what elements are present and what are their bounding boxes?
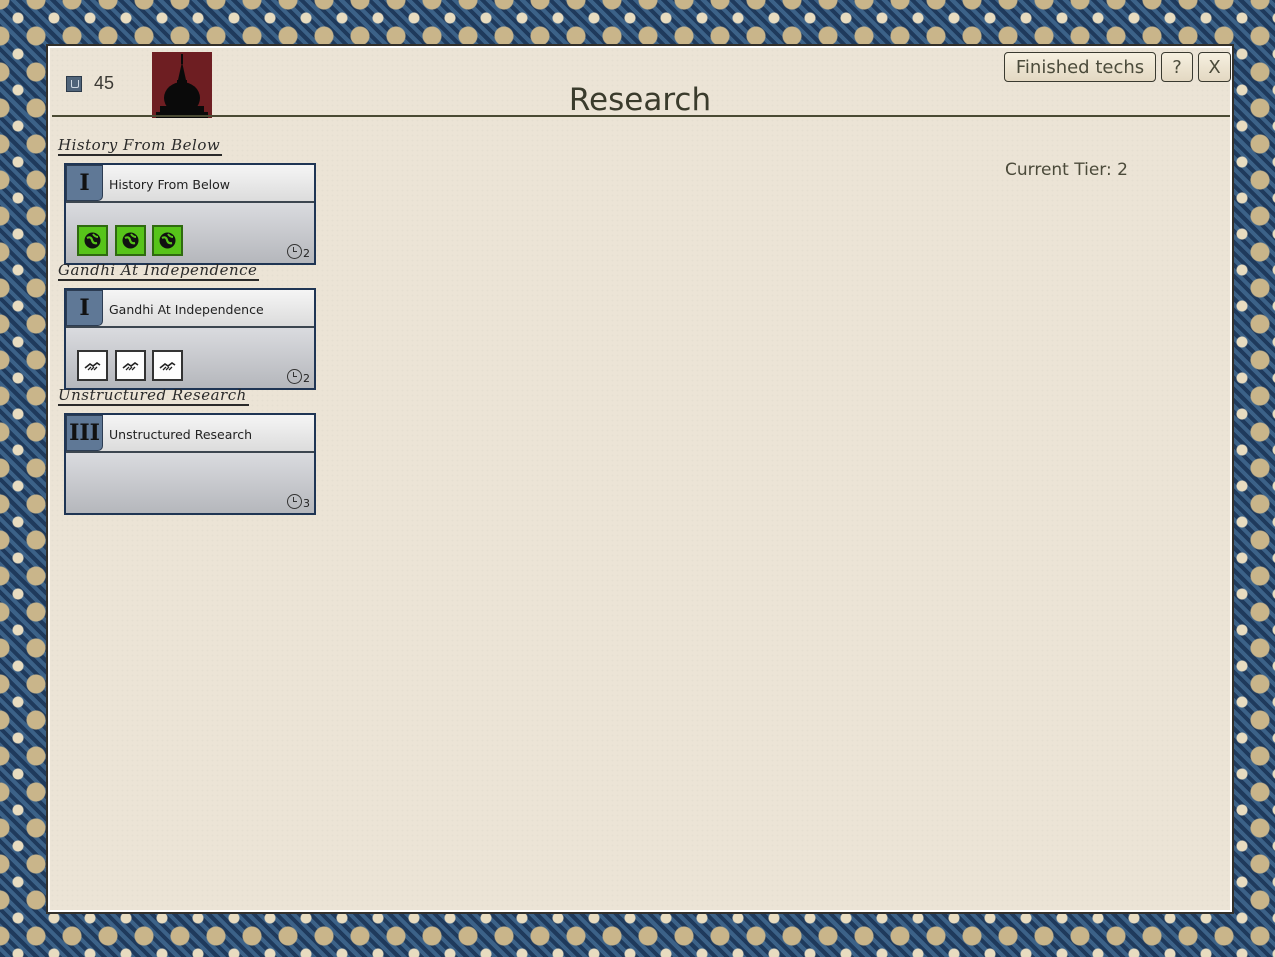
category-label: Gandhi At Independence [58, 261, 260, 281]
tech-card-body: 2 [66, 203, 314, 263]
tech-card-body: 2 [66, 328, 314, 388]
tech-card-header: I History From Below [66, 165, 314, 203]
tech-card-header: III Unstructured Research [66, 415, 314, 453]
close-button[interactable]: X [1198, 52, 1231, 82]
globe-icon[interactable] [115, 225, 146, 256]
turns-value: 2 [303, 247, 310, 260]
category-label: History From Below [58, 136, 223, 156]
handshake-icon[interactable] [115, 350, 146, 381]
help-button[interactable]: ? [1161, 52, 1193, 82]
clock-icon [287, 244, 302, 259]
research-panel: 45 Research Finished techs ? X Current T… [46, 44, 1234, 914]
clock-icon [287, 494, 302, 509]
tech-card[interactable]: III Unstructured Research 3 [64, 413, 316, 515]
turns-indicator: 2 [287, 369, 310, 384]
title-divider [52, 115, 1230, 117]
tech-card-body: 3 [66, 453, 314, 513]
tech-name: History From Below [109, 177, 230, 192]
turns-indicator: 2 [287, 244, 310, 259]
handshake-icon[interactable] [152, 350, 183, 381]
category-label: Unstructured Research [58, 386, 249, 406]
tech-card-header: I Gandhi At Independence [66, 290, 314, 328]
tech-card[interactable]: I History From Below 2 [64, 163, 316, 265]
handshake-icon[interactable] [77, 350, 108, 381]
tech-name: Unstructured Research [109, 427, 253, 442]
globe-icon[interactable] [77, 225, 108, 256]
tier-badge: I [66, 290, 103, 326]
clock-icon [287, 369, 302, 384]
finished-techs-button[interactable]: Finished techs [1004, 52, 1156, 82]
tier-badge: I [66, 165, 103, 201]
tier-badge: III [66, 415, 103, 451]
turns-value: 2 [303, 372, 310, 385]
turns-value: 3 [303, 497, 310, 510]
page-title: Research [568, 82, 712, 118]
tech-name: Gandhi At Independence [109, 302, 264, 317]
current-tier-label: Current Tier: 2 [1005, 160, 1128, 180]
tech-card[interactable]: I Gandhi At Independence 2 [64, 288, 316, 390]
globe-icon[interactable] [152, 225, 183, 256]
turns-indicator: 3 [287, 494, 310, 509]
